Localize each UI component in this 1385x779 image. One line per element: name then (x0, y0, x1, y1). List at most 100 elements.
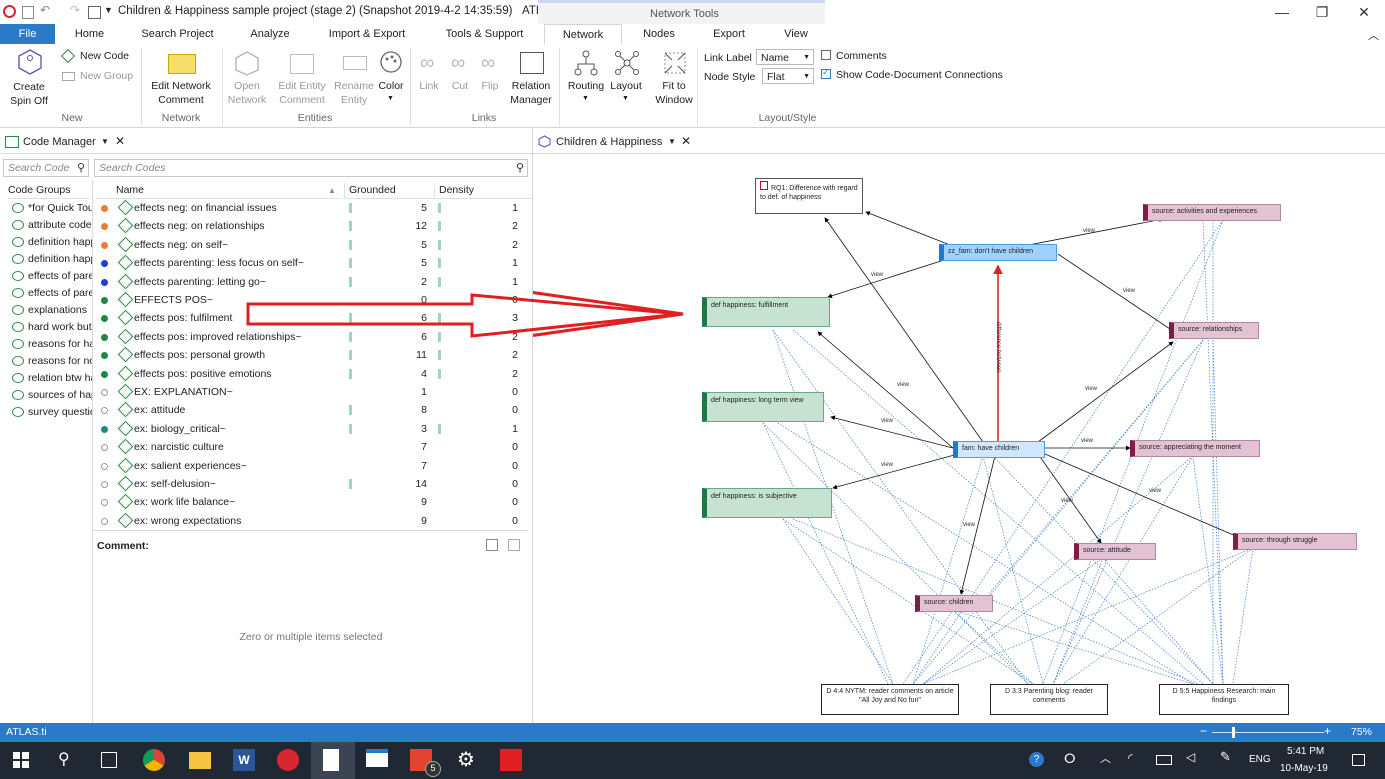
code-row[interactable]: ex: attitude 8 0 (96, 402, 528, 420)
color-button[interactable]: Color ▼ (374, 46, 408, 108)
action-center-icon[interactable] (1352, 754, 1365, 766)
quick-access-dropdown[interactable]: ▼ (104, 5, 113, 15)
code-node-def-subjective[interactable]: def happiness: is subjective (702, 488, 832, 518)
link-label-select[interactable]: Name ▼ (756, 49, 814, 65)
tab-import-export[interactable]: Import & Export (318, 24, 416, 44)
code-row[interactable]: effects neg: on self~ 5 2 (96, 236, 528, 255)
language-indicator[interactable]: ENG (1249, 754, 1271, 765)
code-group-item[interactable]: relation btw happiness (8, 370, 92, 387)
code-node-def-fulfillment[interactable]: def happiness: fulfillment (702, 297, 830, 327)
rename-entity-button[interactable]: Rename Entity (332, 46, 376, 108)
column-grounded[interactable]: Grounded (344, 183, 437, 199)
code-row[interactable]: ex: biology_critical~ 3 1 (96, 420, 528, 439)
acrobat-icon[interactable] (500, 749, 522, 771)
link-button[interactable]: ∞ Link (414, 46, 444, 108)
zoom-out-button[interactable]: − (1200, 724, 1207, 738)
close-window-button[interactable]: ✕ (1344, 2, 1384, 22)
code-row[interactable]: ex: narcistic culture 7 0 (96, 438, 528, 457)
code-row[interactable]: effects parenting: letting go~ 2 1 (96, 273, 528, 292)
code-groups-header[interactable]: Code Groups (8, 183, 90, 199)
flip-button[interactable]: ∞ Flip (475, 46, 505, 108)
undo-icon[interactable]: ↶ (40, 3, 50, 17)
code-node-src-appreciating[interactable]: source: appreciating the moment (1130, 440, 1260, 457)
quick-access-checkbox[interactable] (88, 6, 101, 19)
code-node-src-attitude[interactable]: source: attitude (1074, 543, 1156, 560)
search-icon[interactable]: ⚲ (58, 749, 70, 769)
code-group-item[interactable]: *for Quick Tour (8, 200, 92, 217)
network-icon[interactable]: ◜ (1128, 751, 1133, 765)
code-group-item[interactable]: hard work but (8, 319, 92, 336)
collapse-ribbon-icon[interactable]: ︿ (1368, 27, 1379, 43)
tab-view[interactable]: View (770, 24, 822, 44)
document-node-d4[interactable]: D 4:4 NYTM: reader comments on article "… (821, 684, 959, 715)
chevron-down-icon[interactable]: ▼ (668, 137, 676, 146)
comments-checkbox[interactable] (821, 50, 831, 60)
tab-network[interactable]: Network (544, 24, 622, 45)
zoom-in-button[interactable]: + (1324, 724, 1331, 738)
tab-tools-support[interactable]: Tools & Support (436, 24, 533, 44)
battery-icon[interactable] (1156, 755, 1172, 765)
file-explorer-icon[interactable] (189, 752, 211, 769)
column-name[interactable]: Name ▲ (96, 183, 342, 199)
code-group-item[interactable]: definition happiness (8, 234, 92, 251)
code-row[interactable]: ex: salient experiences~ 7 0 (96, 457, 528, 476)
chevron-up-icon[interactable]: ︿ (1100, 750, 1111, 766)
document-node-d3[interactable]: D 3:3 Parenting blog: reader comments (990, 684, 1108, 715)
network-tab[interactable]: Children & Happiness ▼ ✕ (538, 133, 694, 153)
code-group-item[interactable]: explanations (8, 302, 92, 319)
memo-node-rq1[interactable]: RQ1: Difference with regard to def. of h… (755, 178, 863, 214)
close-icon[interactable]: ✕ (115, 134, 125, 148)
people-icon[interactable]: ⵔ (1064, 751, 1076, 767)
splitter[interactable] (92, 180, 93, 723)
code-row[interactable]: ex: wrong expectations 9 0 (96, 512, 528, 531)
tab-search-project[interactable]: Search Project (135, 24, 220, 44)
clock-date[interactable]: 10-May-19 (1280, 763, 1328, 774)
redo-icon[interactable]: ↷ (70, 3, 80, 17)
windows-start-icon[interactable] (13, 752, 29, 768)
create-spin-off-button[interactable]: Create Spin Off (4, 46, 54, 108)
code-group-item[interactable]: effects of parenting (8, 285, 92, 302)
minimize-button[interactable]: — (1262, 2, 1302, 22)
code-group-item[interactable]: reasons for having (8, 336, 92, 353)
code-row[interactable]: effects parenting: less focus on self~ 5 1 (96, 254, 528, 273)
column-density[interactable]: Density (434, 183, 533, 199)
open-editor-icon[interactable] (486, 539, 498, 551)
code-row[interactable]: effects pos: personal growth 11 2 (96, 346, 528, 365)
code-group-item[interactable]: definition happiness (8, 251, 92, 268)
word-icon[interactable]: W (233, 749, 255, 771)
show-code-doc-checkbox[interactable]: ✓ (821, 67, 831, 79)
task-view-icon[interactable] (101, 752, 117, 768)
chrome-icon[interactable] (143, 749, 165, 771)
volume-icon[interactable]: ◁ (1186, 750, 1195, 764)
search-code-groups-input[interactable]: Search Code ⚲ (3, 159, 89, 177)
code-row[interactable]: effects pos: positive emotions 4 2 (96, 365, 528, 384)
code-node-src-struggle[interactable]: source: through struggle (1233, 533, 1357, 550)
network-canvas[interactable]: view view view view view view view view … (533, 154, 1385, 723)
code-node-src-activities[interactable]: source: activities and experiences (1143, 204, 1281, 221)
atlas-document-icon[interactable] (323, 749, 339, 771)
code-node-src-relationships[interactable]: source: relationships (1169, 322, 1259, 339)
zoom-slider-thumb[interactable] (1232, 727, 1235, 738)
code-row[interactable]: ex: work life balance~ 9 0 (96, 494, 528, 512)
clock-time[interactable]: 5:41 PM (1287, 746, 1324, 757)
code-node-zz-fam[interactable]: zz_fam: don't have children (939, 244, 1057, 261)
settings-gear-icon[interactable]: ⚙ (457, 747, 475, 772)
new-code-button[interactable]: New Code (60, 48, 152, 64)
code-row[interactable]: ex: self-delusion~ 14 0 (96, 475, 528, 494)
document-node-d5[interactable]: D 5:5 Happiness Research: main findings (1159, 684, 1289, 715)
maximize-button[interactable]: ❐ (1302, 2, 1342, 22)
code-node-src-children[interactable]: source: children (915, 595, 993, 612)
code-manager-tab[interactable]: Code Manager ▼ ✕ (0, 133, 532, 153)
code-group-item[interactable]: effects of parenting (8, 268, 92, 285)
chevron-down-icon[interactable]: ▼ (101, 137, 109, 146)
code-row[interactable]: effects neg: on relationships 12 2 (96, 218, 528, 236)
search-codes-input[interactable]: Search Codes ⚲ (94, 159, 528, 177)
edit-entity-comment-button[interactable]: Edit Entity Comment (274, 46, 330, 108)
save-icon[interactable] (22, 6, 34, 19)
node-style-select[interactable]: Flat ▼ (762, 68, 814, 84)
code-group-item[interactable]: sources of happiness (8, 387, 92, 404)
tab-nodes[interactable]: Nodes (630, 24, 688, 44)
cut-button[interactable]: ∞ Cut (445, 46, 475, 108)
code-node-fam[interactable]: fam: have children (953, 441, 1045, 458)
open-network-button[interactable]: Open Network (225, 46, 269, 108)
